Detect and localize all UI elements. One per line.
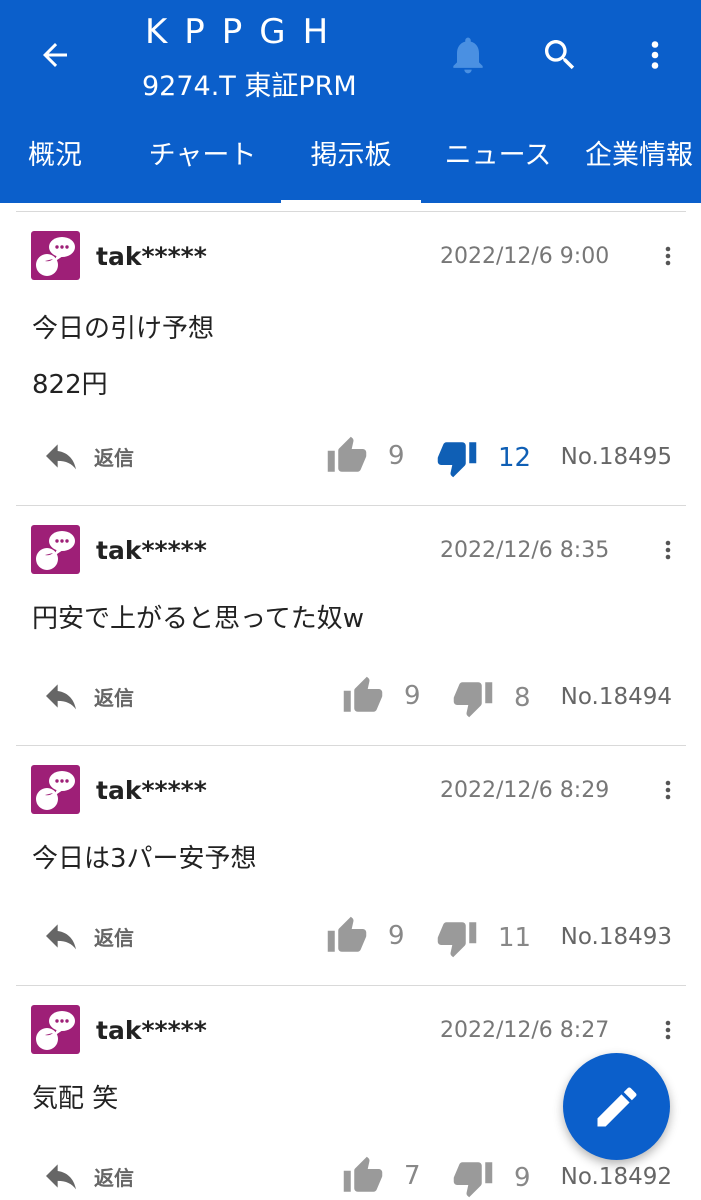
dislike-count: 8 bbox=[514, 683, 531, 713]
tab-chart[interactable]: チャート bbox=[135, 128, 270, 200]
thumbs-down-icon bbox=[453, 1162, 493, 1198]
post-date: 2022/12/6 8:27 bbox=[440, 1018, 610, 1043]
tab-news[interactable]: ニュース bbox=[432, 128, 564, 200]
post-number[interactable]: No.18494 bbox=[561, 684, 672, 710]
like-count: 9 bbox=[404, 681, 421, 711]
post-username[interactable]: tak***** bbox=[96, 242, 207, 271]
reply-label: 返信 bbox=[94, 925, 134, 950]
post-number[interactable]: No.18492 bbox=[561, 1164, 672, 1190]
post-body-line: 気配 笑 bbox=[32, 1084, 119, 1114]
post-body-line: 822円 bbox=[32, 370, 108, 400]
reply-icon bbox=[46, 1164, 76, 1190]
user-avatar-icon bbox=[36, 771, 75, 810]
thumbs-up-icon bbox=[327, 436, 367, 472]
post-username[interactable]: tak***** bbox=[96, 536, 207, 565]
like-button[interactable]: 9 bbox=[326, 433, 405, 479]
reply-label: 返信 bbox=[94, 445, 134, 470]
dislike-button[interactable]: 9 bbox=[452, 1155, 531, 1200]
reply-icon bbox=[46, 444, 76, 470]
tab-board[interactable]: 掲示板 bbox=[281, 128, 421, 204]
post-number[interactable]: No.18493 bbox=[561, 924, 672, 950]
like-count: 9 bbox=[388, 441, 405, 471]
post-username[interactable]: tak***** bbox=[96, 776, 207, 805]
post-body-line: 円安で上がると思ってた奴w bbox=[32, 604, 364, 634]
reply-button[interactable]: 返信 bbox=[38, 1153, 168, 1199]
post-menu-button[interactable] bbox=[654, 770, 682, 810]
avatar[interactable] bbox=[31, 765, 80, 814]
thumbs-down-icon bbox=[437, 922, 477, 958]
post-menu-button[interactable] bbox=[654, 236, 682, 276]
more-vert-icon bbox=[665, 1020, 671, 1040]
post-item: tak***** 2022/12/6 9:00 今日の引け予想 822円 返信 … bbox=[16, 211, 686, 507]
reply-button[interactable]: 返信 bbox=[38, 673, 168, 719]
more-vert-icon bbox=[651, 41, 659, 69]
post-menu-button[interactable] bbox=[654, 1010, 682, 1050]
dislike-count: 12 bbox=[498, 443, 532, 473]
like-count: 7 bbox=[404, 1161, 421, 1191]
post-body-line: 今日は3パー安予想 bbox=[32, 844, 257, 874]
pencil-icon bbox=[597, 1086, 636, 1126]
notification-button[interactable] bbox=[443, 30, 493, 80]
back-arrow-icon bbox=[43, 43, 67, 67]
post-username[interactable]: tak***** bbox=[96, 1016, 207, 1045]
like-count: 9 bbox=[388, 921, 405, 951]
reply-label: 返信 bbox=[94, 1165, 134, 1190]
reply-button[interactable]: 返信 bbox=[38, 433, 168, 479]
avatar[interactable] bbox=[31, 231, 80, 280]
like-button[interactable]: 9 bbox=[342, 673, 421, 719]
app-bar: KPPGH 9274.T 東証PRM 概況 チャート 掲示板 ニュース 企業情報 bbox=[0, 0, 701, 204]
post-item: tak***** 2022/12/6 8:35 円安で上がると思ってた奴w 返信… bbox=[16, 505, 686, 746]
thumbs-down-icon bbox=[437, 442, 477, 478]
dislike-button[interactable]: 8 bbox=[452, 675, 531, 721]
dislike-button[interactable]: 11 bbox=[436, 915, 531, 961]
post-date: 2022/12/6 8:29 bbox=[440, 778, 610, 803]
dislike-count: 11 bbox=[498, 923, 532, 953]
dislike-button[interactable]: 12 bbox=[436, 435, 531, 481]
thumbs-up-icon bbox=[343, 676, 383, 712]
tab-overview[interactable]: 概況 bbox=[0, 128, 110, 200]
tab-company-info[interactable]: 企業情報 bbox=[585, 128, 701, 200]
more-vert-icon bbox=[665, 780, 671, 800]
thumbs-down-icon bbox=[453, 682, 493, 718]
tab-bar: 概況 チャート 掲示板 ニュース 企業情報 bbox=[0, 128, 701, 204]
back-button[interactable] bbox=[30, 30, 80, 80]
like-button[interactable]: 7 bbox=[342, 1153, 421, 1199]
post-body-line: 今日の引け予想 bbox=[32, 314, 215, 344]
post-date: 2022/12/6 8:35 bbox=[440, 538, 610, 563]
search-icon bbox=[545, 40, 575, 70]
thumbs-up-icon bbox=[343, 1156, 383, 1192]
search-button[interactable] bbox=[535, 30, 585, 80]
post-menu-button[interactable] bbox=[654, 530, 682, 570]
compose-post-button[interactable] bbox=[563, 1053, 670, 1160]
user-avatar-icon bbox=[36, 237, 75, 276]
more-vert-icon bbox=[665, 246, 671, 266]
post-number[interactable]: No.18495 bbox=[561, 444, 672, 470]
reply-icon bbox=[46, 924, 76, 950]
like-button[interactable]: 9 bbox=[326, 913, 405, 959]
avatar[interactable] bbox=[31, 1005, 80, 1054]
user-avatar-icon bbox=[36, 1011, 75, 1050]
post-date: 2022/12/6 9:00 bbox=[440, 244, 610, 269]
more-vert-icon bbox=[665, 540, 671, 560]
reply-icon bbox=[46, 684, 76, 710]
reply-button[interactable]: 返信 bbox=[38, 913, 168, 959]
avatar[interactable] bbox=[31, 525, 80, 574]
more-options-button[interactable] bbox=[632, 30, 678, 80]
message-board-feed[interactable]: tak***** 2022/12/6 9:00 今日の引け予想 822円 返信 … bbox=[0, 203, 701, 1200]
stock-subtitle: 9274.T 東証PRM bbox=[142, 71, 357, 102]
bell-icon bbox=[453, 37, 483, 74]
reply-label: 返信 bbox=[94, 685, 134, 710]
post-item: tak***** 2022/12/6 8:29 今日は3パー安予想 返信 9 1… bbox=[16, 745, 686, 986]
dislike-count: 9 bbox=[514, 1163, 531, 1193]
thumbs-up-icon bbox=[327, 916, 367, 952]
user-avatar-icon bbox=[36, 531, 75, 570]
page-title: KPPGH bbox=[145, 12, 346, 52]
